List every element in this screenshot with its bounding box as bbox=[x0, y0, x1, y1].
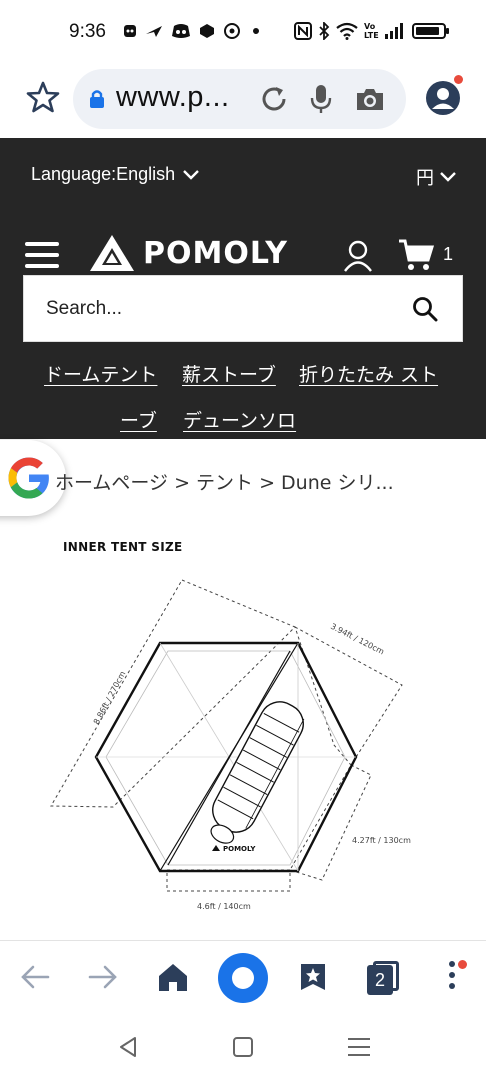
nav-link-folding-stove-cont[interactable]: ーブ bbox=[120, 406, 157, 433]
microphone-icon[interactable] bbox=[309, 83, 333, 115]
cart-count-badge[interactable]: 1 bbox=[443, 244, 453, 265]
currency-selector[interactable]: 円 bbox=[416, 164, 456, 190]
wifi-icon bbox=[336, 22, 358, 40]
logo-text: POMOLY bbox=[143, 235, 289, 271]
game-icon bbox=[200, 24, 214, 38]
currency-label[interactable]: 円 bbox=[416, 164, 434, 190]
back-arrow-icon[interactable] bbox=[20, 963, 50, 991]
language-label[interactable]: Language:English bbox=[31, 164, 175, 185]
signal-icon bbox=[385, 23, 403, 39]
airplane-notify-icon bbox=[146, 26, 162, 37]
tab-count[interactable]: 2 bbox=[367, 965, 393, 995]
bluetooth-icon bbox=[319, 22, 330, 40]
dot-icon bbox=[253, 28, 259, 34]
hotspot-icon bbox=[224, 23, 240, 39]
browser-address-area: www.p... bbox=[0, 66, 486, 138]
notification-icons bbox=[123, 22, 263, 40]
language-selector[interactable]: Language:English bbox=[31, 164, 199, 185]
nav-link-wood-stove[interactable]: 薪ストーブ bbox=[182, 360, 276, 387]
chevron-down-icon[interactable] bbox=[440, 172, 456, 182]
system-back-icon[interactable] bbox=[118, 1036, 138, 1058]
search-icon[interactable] bbox=[412, 296, 438, 322]
home-icon[interactable] bbox=[157, 961, 189, 993]
reload-icon[interactable] bbox=[259, 84, 289, 114]
url-text[interactable]: www.p... bbox=[116, 81, 230, 114]
browser-center-button[interactable] bbox=[218, 953, 268, 1003]
bookmarks-icon[interactable] bbox=[300, 963, 326, 991]
nav-link-dune-solo[interactable]: デューンソロ bbox=[183, 406, 296, 433]
camera-icon[interactable] bbox=[355, 86, 385, 112]
dim-label-length: 8.86ft / 270cm bbox=[92, 670, 128, 726]
menu-hamburger-icon[interactable] bbox=[25, 242, 59, 272]
chevron-down-icon[interactable] bbox=[183, 169, 199, 180]
dim-label-top-width: 3.94ft / 120cm bbox=[329, 622, 386, 657]
system-navigation-bar bbox=[0, 1012, 486, 1080]
google-g-icon[interactable] bbox=[5, 454, 53, 502]
battery-icon bbox=[412, 23, 449, 39]
dim-label-bottom-width: 4.6ft / 140cm bbox=[197, 902, 251, 911]
address-bar[interactable]: www.p... bbox=[73, 69, 406, 129]
lock-icon[interactable] bbox=[89, 89, 105, 109]
forward-arrow-icon[interactable] bbox=[88, 963, 118, 991]
bookmark-star-icon[interactable] bbox=[26, 80, 60, 114]
site-header: Language:English 円 POMOLY 1 Search... ドー… bbox=[0, 138, 486, 439]
menu-notification-dot bbox=[458, 960, 467, 969]
battery-level bbox=[416, 27, 439, 35]
discord-icon bbox=[172, 24, 190, 38]
browser-bottom-toolbar: 2 bbox=[0, 940, 486, 1012]
product-image-tent-diagram[interactable]: POMOLY 8.86ft / 270cm 3.94ft / 120cm 4.2… bbox=[40, 525, 460, 920]
search-placeholder[interactable]: Search... bbox=[46, 298, 122, 320]
search-input[interactable]: Search... bbox=[23, 275, 463, 342]
user-account-icon[interactable] bbox=[343, 240, 373, 272]
tab-switcher-button[interactable]: 2 bbox=[367, 961, 399, 995]
status-time: 9:36 bbox=[69, 21, 106, 42]
account-icon[interactable] bbox=[425, 80, 461, 116]
status-bar: 9:36 Vo LTE bbox=[0, 0, 486, 66]
site-logo[interactable]: POMOLY bbox=[89, 234, 288, 272]
dim-label-side-width: 4.27ft / 130cm bbox=[352, 836, 411, 845]
more-menu-icon[interactable] bbox=[447, 961, 457, 995]
logo-mountain-icon bbox=[90, 235, 134, 271]
account-notification-dot bbox=[454, 75, 463, 84]
system-recents-icon[interactable] bbox=[348, 1038, 370, 1056]
cart-icon[interactable] bbox=[398, 238, 434, 272]
diagram-brand-mark: POMOLY bbox=[223, 845, 256, 853]
breadcrumb[interactable]: ホームページ > テント > Dune シリ... bbox=[55, 468, 394, 495]
nav-link-folding-stove[interactable]: 折りたたみ スト bbox=[299, 360, 438, 387]
nfc-icon bbox=[294, 22, 312, 40]
volte-icon: Vo LTE bbox=[364, 22, 379, 40]
messenger-icon bbox=[124, 25, 136, 37]
system-status-icons: Vo LTE bbox=[294, 22, 449, 40]
nav-link-dome-tent[interactable]: ドームテント bbox=[44, 360, 157, 387]
system-home-icon[interactable] bbox=[233, 1037, 253, 1057]
